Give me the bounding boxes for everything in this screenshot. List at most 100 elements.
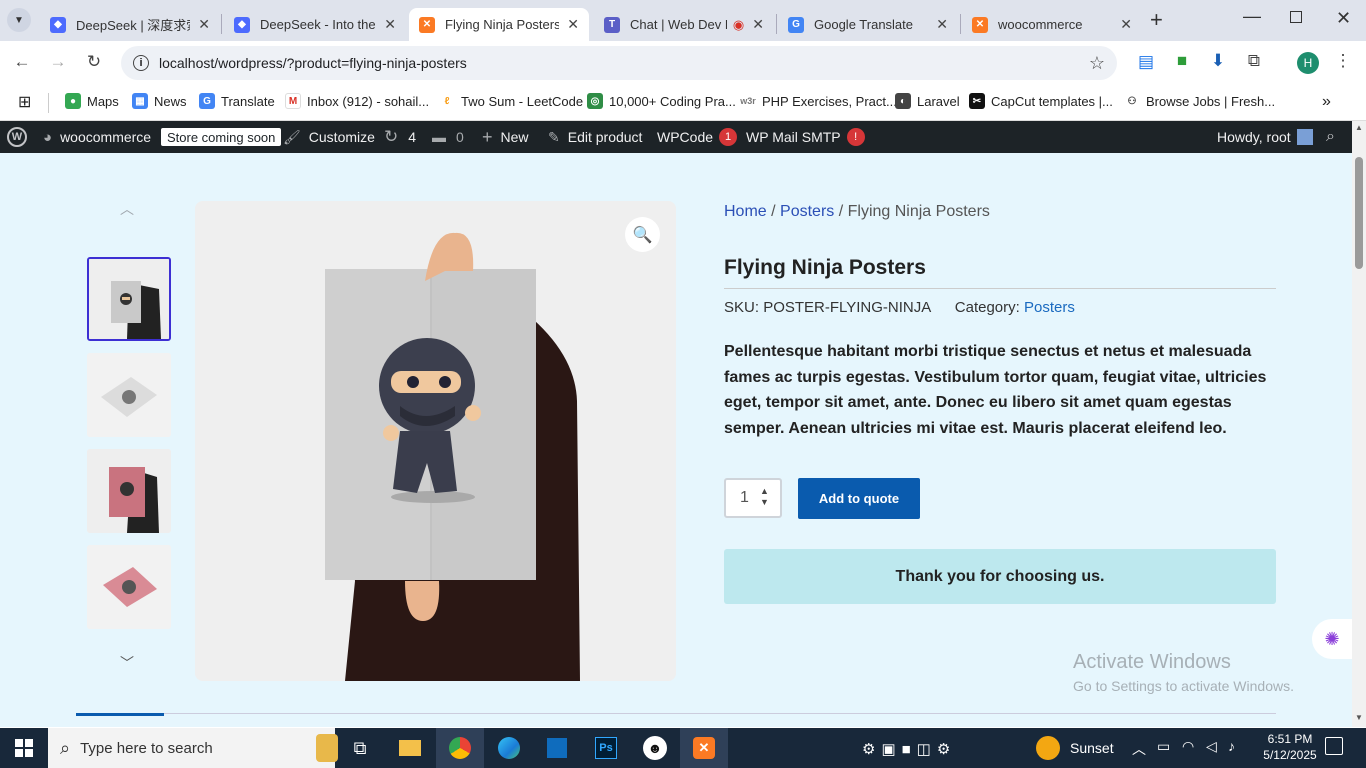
main-product-image[interactable] bbox=[195, 201, 676, 681]
admin-wpcode[interactable]: WPCode 1 bbox=[657, 121, 738, 153]
volume-icon[interactable]: ◁ bbox=[1206, 738, 1217, 755]
thumb-2[interactable] bbox=[87, 353, 171, 437]
bookmark-capcut[interactable]: ✂ CapCut templates |... bbox=[969, 93, 1113, 109]
quantity-stepper[interactable]: 1 ▲ ▼ bbox=[724, 478, 782, 518]
speaker-icon[interactable]: ♪ bbox=[1228, 738, 1235, 754]
forward-icon[interactable]: → bbox=[46, 52, 70, 72]
chrome-icon[interactable] bbox=[436, 728, 484, 768]
thumb-3[interactable] bbox=[87, 449, 171, 533]
admin-customize[interactable]: 🖌 Customize bbox=[283, 121, 375, 153]
tab-google-translate[interactable]: G Google Translate ✕ bbox=[778, 8, 958, 41]
notifications-icon[interactable] bbox=[1325, 737, 1343, 755]
file-explorer-icon[interactable] bbox=[386, 728, 434, 768]
thumb-4[interactable] bbox=[87, 545, 171, 629]
admin-updates[interactable]: ↻ 4 bbox=[384, 121, 416, 153]
address-bar[interactable]: i localhost/wordpress/?product=flying-ni… bbox=[121, 46, 1117, 80]
thumbs-down-arrow-icon[interactable]: ﹀ bbox=[120, 653, 134, 673]
wordpress-logo-icon[interactable]: W bbox=[7, 121, 27, 153]
bookmark-news[interactable]: ▦ News bbox=[132, 93, 187, 109]
task-view-icon[interactable]: ⧉ bbox=[336, 728, 384, 768]
tab-deepseek-2[interactable]: ◆ DeepSeek - Into the Unknown ✕ bbox=[224, 8, 406, 41]
url-text[interactable]: localhost/wordpress/?product=flying-ninj… bbox=[159, 55, 467, 71]
tab-search-button[interactable]: ▼ bbox=[7, 8, 31, 32]
more-bookmarks-icon[interactable]: » bbox=[1322, 93, 1331, 111]
sunset-icon bbox=[1036, 736, 1060, 760]
browser-menu-icon[interactable]: ⋮ bbox=[1331, 51, 1355, 71]
admin-comments[interactable]: ▬ 0 bbox=[432, 121, 464, 153]
close-tab-icon[interactable]: ✕ bbox=[198, 16, 210, 33]
restore-icon[interactable] bbox=[1290, 11, 1302, 23]
reload-icon[interactable]: ↻ bbox=[82, 52, 106, 72]
start-windows-icon[interactable] bbox=[0, 728, 48, 768]
admin-wp-mail-smtp[interactable]: WP Mail SMTP ! bbox=[746, 121, 865, 153]
thumb-1[interactable] bbox=[87, 257, 171, 341]
download-icon[interactable]: ⬇ bbox=[1206, 51, 1230, 71]
taskbar-search-box[interactable]: ⌕ Type here to search bbox=[48, 728, 338, 768]
plus-icon: + bbox=[482, 126, 493, 147]
profile-avatar[interactable]: H bbox=[1297, 52, 1319, 74]
tab-flying-ninja-active[interactable]: ✕ Flying Ninja Posters – woocommerce ✕ bbox=[409, 8, 589, 41]
xampp-taskbar-icon[interactable]: ✕ bbox=[680, 728, 728, 768]
brush-icon: 🖌 bbox=[283, 128, 301, 145]
clock[interactable]: 6:51 PM 5/12/2025 bbox=[1258, 731, 1322, 763]
battery-icon[interactable]: ▭ bbox=[1157, 738, 1170, 755]
quantity-value[interactable]: 1 bbox=[740, 489, 749, 507]
tab-woocommerce[interactable]: ✕ woocommerce ✕ bbox=[962, 8, 1142, 41]
site-info-icon[interactable]: i bbox=[133, 55, 149, 71]
photoshop-icon[interactable]: Ps bbox=[582, 728, 630, 768]
active-tab-indicator[interactable] bbox=[76, 713, 164, 716]
admin-search-icon[interactable]: ⌕ bbox=[1326, 121, 1335, 153]
close-tab-icon[interactable]: ✕ bbox=[936, 16, 948, 33]
stepper-arrows-icon[interactable]: ▲ ▼ bbox=[760, 486, 769, 508]
bookmark-star-icon[interactable]: ☆ bbox=[1089, 53, 1105, 74]
close-tab-icon[interactable]: ✕ bbox=[1120, 16, 1132, 33]
breadcrumb-home[interactable]: Home bbox=[724, 203, 767, 220]
translate-icon: G bbox=[199, 93, 215, 109]
tab-deepseek-1[interactable]: ◆ DeepSeek | 深度求索 ✕ bbox=[40, 8, 220, 41]
scrollbar-thumb[interactable] bbox=[1355, 157, 1363, 269]
bookmarks-divider bbox=[48, 93, 49, 113]
extensions-puzzle-icon[interactable]: ⧉ bbox=[1242, 51, 1266, 71]
breadcrumb-posters[interactable]: Posters bbox=[780, 203, 834, 220]
close-window-icon[interactable]: ✕ bbox=[1336, 8, 1351, 29]
minimize-icon[interactable]: — bbox=[1243, 6, 1261, 27]
category-link[interactable]: Posters bbox=[1024, 299, 1075, 316]
new-tab-button[interactable]: + bbox=[1150, 7, 1163, 33]
back-icon[interactable]: ← bbox=[10, 52, 34, 72]
updates-icon: ↻ bbox=[384, 127, 399, 146]
edge-icon[interactable] bbox=[485, 728, 533, 768]
bookmark-leetcode[interactable]: ℓ Two Sum - LeetCode bbox=[439, 93, 583, 109]
game-app-icon[interactable]: ☻ bbox=[631, 728, 679, 768]
close-tab-icon[interactable]: ✕ bbox=[384, 16, 396, 33]
admin-howdy[interactable]: Howdy, root bbox=[1217, 121, 1313, 153]
close-tab-icon[interactable]: ✕ bbox=[752, 16, 764, 33]
extension-frog-icon[interactable]: ■ bbox=[1170, 51, 1194, 71]
store-status-badge[interactable]: Store coming soon bbox=[161, 128, 282, 146]
bookmark-maps[interactable]: ● Maps bbox=[65, 93, 119, 109]
weather-widget[interactable]: Sunset bbox=[1036, 736, 1114, 760]
floating-brain-icon[interactable]: ✺ bbox=[1312, 619, 1352, 659]
admin-edit-product[interactable]: ✎ Edit product bbox=[548, 121, 642, 153]
reading-mode-icon[interactable]: ▤ bbox=[1134, 52, 1158, 72]
bookmark-laravel[interactable]: ◐ Laravel bbox=[895, 93, 960, 109]
admin-site-name[interactable]: ◕ woocommerce bbox=[43, 121, 151, 153]
admin-new[interactable]: + New bbox=[482, 121, 529, 153]
zoom-magnifier-icon[interactable]: 🔍 bbox=[625, 217, 660, 252]
tray-apps-icons[interactable]: ⚙▣■◫⚙ bbox=[862, 740, 956, 758]
bookmark-php-exercises[interactable]: w3r PHP Exercises, Pract... bbox=[740, 93, 897, 109]
add-to-quote-button[interactable]: Add to quote bbox=[798, 478, 920, 519]
thumbs-up-arrow-icon[interactable]: ︿ bbox=[120, 199, 134, 219]
close-tab-icon[interactable]: ✕ bbox=[567, 16, 579, 33]
network-icon[interactable]: ◠ bbox=[1182, 738, 1194, 755]
bookmark-coding-practice[interactable]: ◎ 10,000+ Coding Pra... bbox=[587, 93, 736, 109]
tray-overflow-icon[interactable]: ︿ bbox=[1132, 739, 1146, 759]
tab-chat-webdev[interactable]: T Chat | Web Dev D ◉ ✕ bbox=[594, 8, 774, 41]
microsoft-store-icon[interactable] bbox=[533, 728, 581, 768]
bookmark-translate[interactable]: G Translate bbox=[199, 93, 275, 109]
bookmark-jobs[interactable]: ⚇ Browse Jobs | Fresh... bbox=[1124, 93, 1275, 109]
bookmark-inbox[interactable]: M Inbox (912) - sohail... bbox=[285, 93, 429, 109]
page-scrollbar[interactable]: ▲ ▼ bbox=[1352, 121, 1366, 727]
scroll-down-arrow-icon[interactable]: ▼ bbox=[1355, 713, 1363, 722]
scroll-up-arrow-icon[interactable]: ▲ bbox=[1355, 123, 1363, 132]
apps-grid-icon[interactable]: ⊞ bbox=[18, 92, 31, 112]
